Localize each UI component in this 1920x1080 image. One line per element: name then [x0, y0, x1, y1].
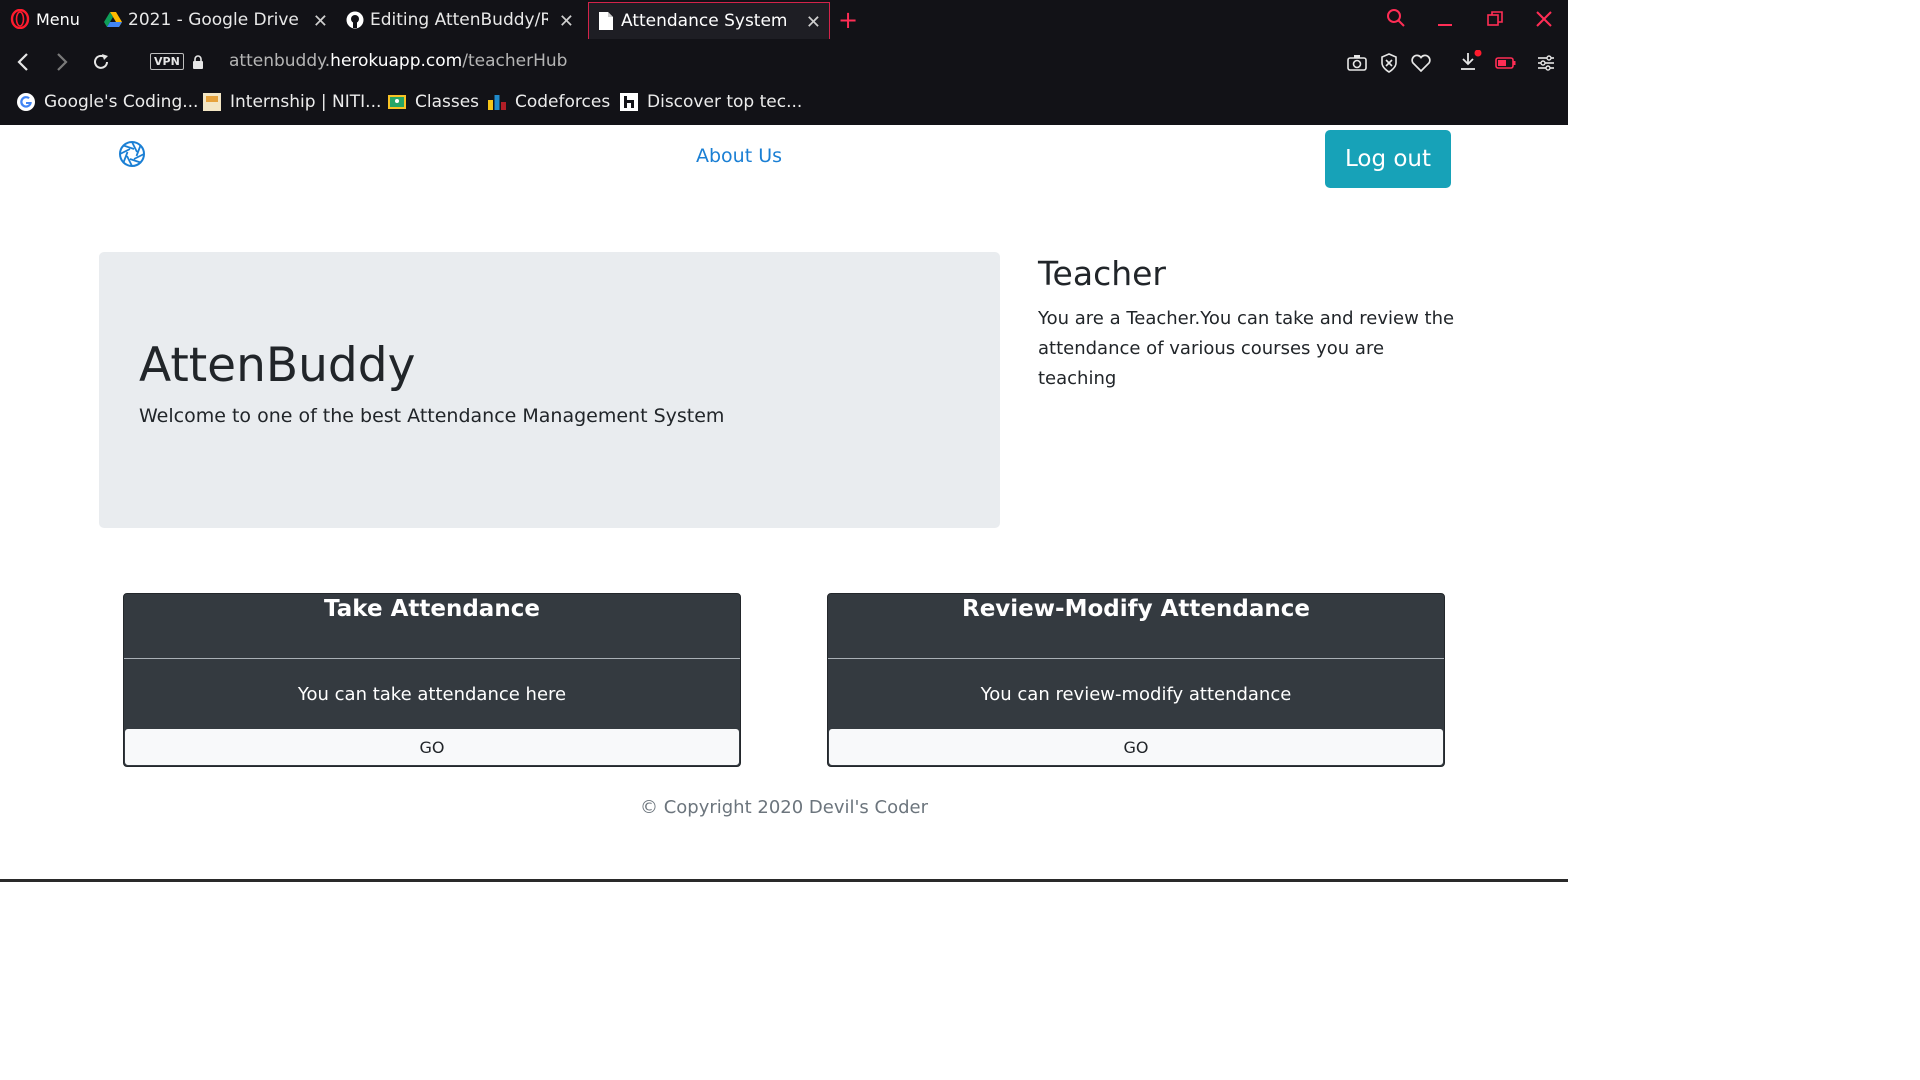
google-icon	[17, 93, 35, 111]
lock-icon[interactable]	[192, 55, 204, 69]
app-subtitle: Welcome to one of the best Attendance Ma…	[139, 405, 725, 427]
tab-title: Editing AttenBuddy/README	[370, 10, 548, 30]
url-domain: herokuapp.com	[330, 51, 463, 71]
tab-close-icon[interactable]: ✕	[559, 11, 574, 32]
aperture-logo-icon[interactable]	[118, 140, 146, 168]
opera-menu-button[interactable]: Menu	[10, 8, 80, 30]
card-text: You can take attendance here	[297, 684, 567, 705]
battery-saver-icon[interactable]	[1495, 56, 1517, 70]
take-attendance-card: Take Attendance You can take attendance …	[123, 593, 741, 767]
niti-icon	[203, 93, 221, 111]
bookmark-label: Internship | NITI...	[230, 92, 382, 112]
app-title: AttenBuddy	[139, 338, 416, 393]
camera-icon[interactable]	[1347, 54, 1367, 72]
bookmark-label: Discover top tec...	[647, 92, 803, 112]
bookmark-label: Classes	[415, 92, 480, 112]
role-title: Teacher	[1038, 254, 1167, 293]
google-drive-icon	[104, 11, 122, 29]
tab-close-icon[interactable]: ✕	[313, 11, 328, 32]
url-path: /teacherHub	[462, 51, 568, 71]
vpn-badge[interactable]: VPN	[150, 53, 184, 70]
download-icon[interactable]	[1458, 50, 1482, 72]
opera-logo-icon	[10, 9, 30, 29]
back-icon[interactable]	[16, 52, 30, 72]
easy-setup-icon[interactable]	[1537, 54, 1555, 72]
forward-icon[interactable]	[55, 52, 69, 72]
review-attendance-go-button[interactable]: GO	[828, 728, 1444, 766]
document-icon	[597, 12, 615, 30]
logout-button[interactable]: Log out	[1325, 130, 1451, 188]
bookmark-hackerrank[interactable]: Discover top tec...	[619, 92, 802, 112]
adblock-shield-icon[interactable]	[1380, 53, 1398, 73]
bookmark-classes[interactable]: Classes	[387, 92, 479, 112]
tab-bar: Menu 2021 - Google Drive ✕ Editing Atten…	[0, 0, 1568, 39]
jumbotron: AttenBuddy Welcome to one of the best At…	[99, 252, 1000, 528]
codeforces-icon	[488, 95, 506, 110]
new-tab-button[interactable]: +	[838, 6, 858, 34]
card-title: Take Attendance	[324, 596, 540, 622]
about-us-link[interactable]: About Us	[696, 145, 782, 167]
url-prefix: attenbuddy.	[229, 51, 331, 71]
tab-attendance-system[interactable]: Attendance System ✕	[588, 2, 830, 39]
restore-icon[interactable]	[1486, 10, 1504, 28]
bookmark-internship-niti[interactable]: Internship | NITI...	[202, 92, 381, 112]
tab-google-drive[interactable]: 2021 - Google Drive ✕	[104, 2, 336, 38]
tab-title: Attendance System	[621, 11, 788, 31]
bottom-divider	[0, 879, 1568, 882]
card-divider	[124, 658, 740, 659]
url-field[interactable]: attenbuddy.herokuapp.com/teacherHub	[229, 51, 567, 71]
close-window-icon[interactable]	[1535, 10, 1553, 28]
take-attendance-go-button[interactable]: GO	[124, 728, 740, 766]
browser-chrome: Menu 2021 - Google Drive ✕ Editing Atten…	[0, 0, 1568, 125]
heart-icon[interactable]	[1411, 54, 1431, 72]
bookmark-label: Google's Coding...	[44, 92, 199, 112]
reload-icon[interactable]	[91, 52, 111, 72]
hackerrank-icon	[620, 93, 638, 111]
minimize-icon[interactable]	[1436, 10, 1454, 28]
tab-title: 2021 - Google Drive	[128, 10, 299, 30]
tab-close-icon[interactable]: ✕	[806, 12, 821, 33]
bookmark-codeforces[interactable]: Codeforces	[487, 92, 610, 112]
review-modify-attendance-card: Review-Modify Attendance You can review-…	[827, 593, 1445, 767]
bookmark-label: Codeforces	[515, 92, 611, 112]
card-text: You can review-modify attendance	[980, 684, 1292, 705]
google-classroom-icon	[388, 95, 406, 109]
card-title: Review-Modify Attendance	[962, 596, 1310, 622]
menu-label: Menu	[36, 9, 80, 29]
role-description: You are a Teacher.You can take and revie…	[1038, 308, 1455, 389]
search-icon[interactable]	[1386, 8, 1406, 28]
bookmark-google-coding[interactable]: Google's Coding...	[16, 92, 198, 112]
card-divider	[828, 658, 1444, 659]
github-icon	[346, 11, 364, 29]
tab-editing-readme[interactable]: Editing AttenBuddy/README ✕	[346, 2, 582, 38]
footer-copyright: © Copyright 2020 Devil's Coder	[639, 797, 929, 818]
